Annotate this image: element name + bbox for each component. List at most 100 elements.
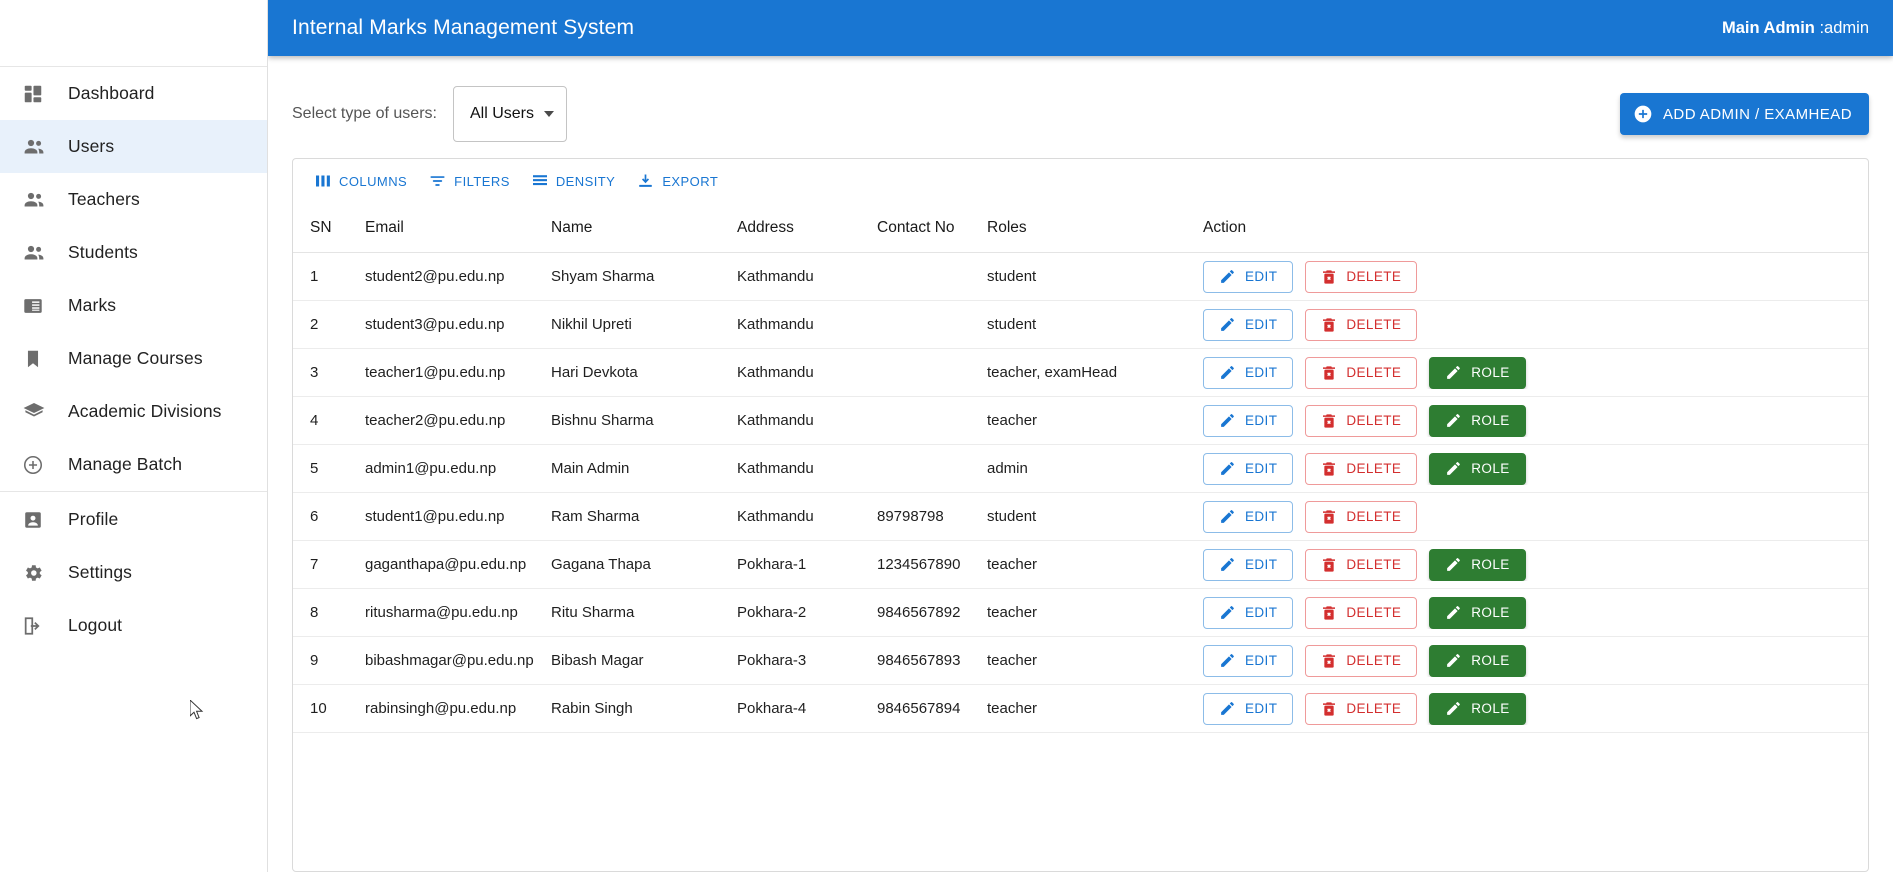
sidebar-item-label: Manage Batch [68,454,183,474]
cell-action: EDIT DELETE ROLE [1203,356,1858,389]
pencil-icon [1219,700,1236,717]
table-row[interactable]: 4 teacher2@pu.edu.np Bishnu Sharma Kathmand… [293,397,1868,445]
grid-toolbar-label: EXPORT [662,173,719,189]
column-header-action[interactable]: Action [1203,219,1858,237]
table-row[interactable]: 3 teacher1@pu.edu.np Hari Devkota Kathmandu… [293,349,1868,397]
role-button[interactable]: ROLE [1429,596,1526,629]
column-header-address[interactable]: Address [737,219,877,237]
sidebar-item-dashboard[interactable]: Dashboard [0,67,267,120]
role-button[interactable]: ROLE [1429,692,1526,725]
delete-button[interactable]: DELETE [1305,356,1418,389]
gear-icon [22,562,58,584]
role-button-label: ROLE [1471,413,1510,428]
sidebar-item-marks[interactable]: Marks [0,279,267,332]
column-header-email[interactable]: Email [365,219,551,237]
sidebar-item-logout[interactable]: Logout [0,599,267,652]
edit-button[interactable]: EDIT [1203,548,1294,581]
delete-button[interactable]: DELETE [1305,596,1418,629]
trash-icon [1321,653,1337,669]
sidebar-item-academic-divisions[interactable]: Academic Divisions [0,385,267,438]
pencil-icon [1445,604,1462,621]
role-button[interactable]: ROLE [1429,452,1526,485]
edit-button[interactable]: EDIT [1203,500,1294,533]
grid-toolbar-label: DENSITY [555,173,616,189]
cell-name: Shyam Sharma [551,268,655,285]
edit-button[interactable]: EDIT [1203,356,1294,389]
bookmark-icon [22,348,58,370]
edit-button[interactable]: EDIT [1203,260,1294,293]
grid-toolbar-columns-button[interactable]: COLUMNS [307,168,415,194]
trash-icon [1321,413,1337,429]
cell-sn: 8 [310,604,319,621]
main-area: Internal Marks Management System Main Ad… [268,0,1893,872]
edit-button[interactable]: EDIT [1203,692,1294,725]
pencil-icon [1219,268,1236,285]
sidebar-item-profile[interactable]: Profile [0,493,267,546]
cell-contact: 89798798 [877,508,944,525]
sidebar-item-users[interactable]: Users [0,120,267,173]
sidebar-item-settings[interactable]: Settings [0,546,267,599]
pencil-icon [1219,316,1236,333]
cell-name: Bibash Magar [551,652,644,669]
table-row[interactable]: 7 gaganthapa@pu.edu.np Gagana Thapa Pokhara… [293,541,1868,589]
sidebar-item-manage-batch[interactable]: Manage Batch [0,438,267,491]
filter-icon [429,173,446,190]
delete-button[interactable]: DELETE [1305,404,1418,437]
grid-toolbar-density-button[interactable]: DENSITY [524,168,624,194]
table-row[interactable]: 2 student3@pu.edu.np Nikhil Upreti Kathmand… [293,301,1868,349]
edit-button[interactable]: EDIT [1203,308,1294,341]
edit-button[interactable]: EDIT [1203,404,1294,437]
column-header-name[interactable]: Name [551,219,737,237]
table-row[interactable]: 5 admin1@pu.edu.np Main Admin Kathmandu admi… [293,445,1868,493]
cell-email: teacher1@pu.edu.np [365,364,506,381]
table-row[interactable]: 8 ritusharma@pu.edu.np Ritu Sharma Pokhara-… [293,589,1868,637]
trash-icon [1321,605,1337,621]
table-row[interactable]: 10 rabinsingh@pu.edu.np Rabin Singh Pokhara… [293,685,1868,733]
trash-icon [1321,317,1337,333]
cell-name: Hari Devkota [551,364,638,381]
delete-button[interactable]: DELETE [1305,500,1418,533]
sidebar-item-students[interactable]: Students [0,226,267,279]
role-button[interactable]: ROLE [1429,644,1526,677]
edit-button[interactable]: EDIT [1203,644,1294,677]
table-row[interactable]: 9 bibashmagar@pu.edu.np Bibash Magar Pokhar… [293,637,1868,685]
users-icon [22,135,58,159]
role-button[interactable]: ROLE [1429,548,1526,581]
plus-circle-icon [22,454,58,476]
cell-action: EDITDELETEROLE [1203,260,1858,293]
cell-roles: student [987,508,1037,525]
cell-address: Kathmandu [737,364,814,381]
density-icon [532,173,548,189]
role-button[interactable]: ROLE [1429,356,1526,389]
delete-button[interactable]: DELETE [1305,644,1418,677]
column-header-roles[interactable]: Roles [987,219,1203,237]
delete-button[interactable]: DELETE [1305,260,1418,293]
sidebar-nav-primary: Dashboard Users Teachers Students Marks Manag… [0,67,267,491]
table-row[interactable]: 6 student1@pu.edu.np Ram Sharma Kathmandu 89… [293,493,1868,541]
column-header-sn[interactable]: SN [303,219,365,237]
sidebar-item-teachers[interactable]: Teachers [0,173,267,226]
grid-toolbar-filters-button[interactable]: FILTERS [421,168,518,195]
edit-button-label: EDIT [1245,317,1278,332]
sidebar-item-manage-courses[interactable]: Manage Courses [0,332,267,385]
edit-button-label: EDIT [1245,413,1278,428]
delete-button[interactable]: DELETE [1305,452,1418,485]
delete-button[interactable]: DELETE [1305,692,1418,725]
delete-button[interactable]: DELETE [1305,548,1418,581]
user-type-select[interactable]: All Users [452,86,567,142]
download-icon [637,173,654,190]
role-button[interactable]: ROLE [1429,404,1526,437]
pencil-icon [1219,412,1236,429]
add-admin-examhead-button[interactable]: ADD ADMIN / EXAMHEAD [1619,93,1869,135]
cell-contact: 9846567892 [877,604,961,621]
delete-button[interactable]: DELETE [1305,308,1418,341]
logout-icon [22,615,58,637]
edit-button[interactable]: EDIT [1203,596,1294,629]
edit-button[interactable]: EDIT [1203,452,1294,485]
delete-button-label: DELETE [1346,557,1402,572]
grid-toolbar-export-button[interactable]: EXPORT [629,168,726,195]
table-row[interactable]: 1 student2@pu.edu.np Shyam Sharma Kathmandu… [293,253,1868,301]
column-header-contact-no[interactable]: Contact No [877,219,987,237]
pencil-icon [1219,508,1236,525]
content-area: Select type of users: All Users ADD ADMI… [268,56,1893,872]
